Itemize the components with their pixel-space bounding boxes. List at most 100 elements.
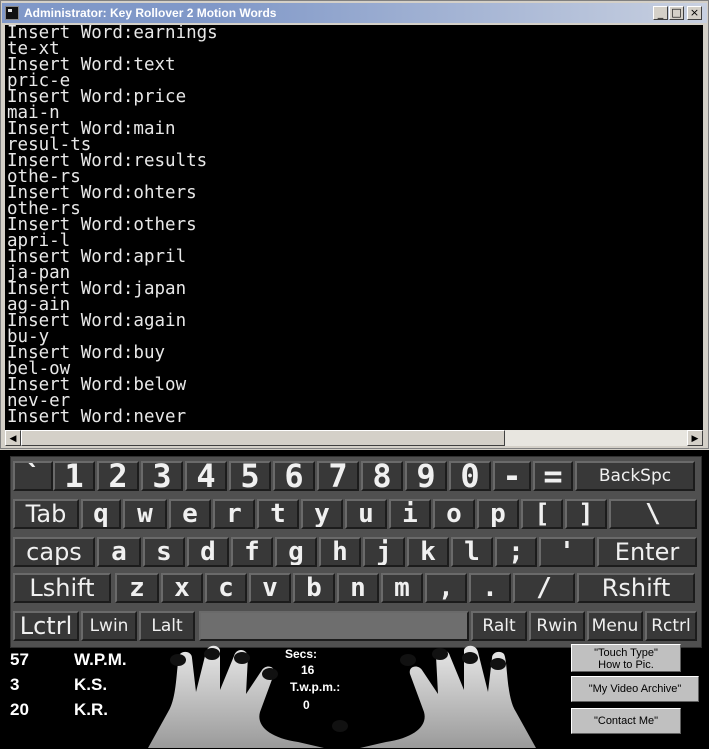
keyboard-key[interactable]: Lwin <box>81 611 137 641</box>
secs-value: 16 <box>301 663 315 677</box>
keyboard-key[interactable]: , <box>425 573 467 603</box>
wpm-value: 57 <box>10 650 29 669</box>
console-line: Insert Word:japan <box>7 279 187 299</box>
contact-me-button[interactable]: "Contact Me" <box>571 708 681 734</box>
keyboard-key[interactable]: u <box>345 499 387 529</box>
keyboard-key[interactable]: Menu <box>587 611 643 641</box>
horizontal-scrollbar[interactable]: ◀ ▶ <box>5 430 703 446</box>
keyboard-key[interactable]: ' <box>539 537 595 567</box>
keyboard-key[interactable]: caps <box>13 537 95 567</box>
keyboard-key[interactable]: l <box>451 537 493 567</box>
console-line: Insert Word:april <box>7 247 187 267</box>
kr-value: 20 <box>10 700 29 719</box>
keyboard-key[interactable]: i <box>389 499 431 529</box>
console-line: Insert Word:text <box>7 55 176 75</box>
keyboard-key[interactable]: 0 <box>449 461 491 491</box>
keyboard-key[interactable]: [ <box>521 499 563 529</box>
wpm-label: W.P.M. <box>74 650 127 669</box>
keyboard-key[interactable]: 2 <box>97 461 139 491</box>
keyboard-key[interactable]: b <box>293 573 335 603</box>
keyboard-key[interactable]: f <box>231 537 273 567</box>
virtual-keyboard: ` 1 2 3 4 5 6 7 8 9 0- = BackSpc Tab q w e r t y u i o p[] \ caps… <box>10 456 702 648</box>
keyboard-key[interactable]: p <box>477 499 519 529</box>
keyboard-key[interactable]: - <box>493 461 531 491</box>
ks-label: K.S. <box>74 675 108 694</box>
keyboard-key[interactable]: q <box>81 499 121 529</box>
keyboard-key[interactable]: Rshift <box>577 573 695 603</box>
keyboard-key[interactable]: / <box>513 573 575 603</box>
touch-type-button[interactable]: "Touch Type" How to Pic. <box>571 644 681 672</box>
scroll-right-arrow-icon[interactable]: ▶ <box>687 430 703 446</box>
keyboard-key[interactable]: z <box>115 573 159 603</box>
keyboard-key[interactable]: o <box>433 499 475 529</box>
console-line: Insert Word:price <box>7 87 187 107</box>
keyboard-key[interactable]: c <box>205 573 247 603</box>
title-bar[interactable]: Administrator: Key Rollover 2 Motion Wor… <box>2 3 707 23</box>
keyboard-key[interactable]: BackSpc <box>575 461 695 491</box>
keyboard-key[interactable]: 1 <box>53 461 95 491</box>
keyboard-key[interactable]: n <box>337 573 379 603</box>
console-output[interactable]: Insert Word:earnings te-xt Insert Word:tex… <box>5 25 703 430</box>
keyboard-key[interactable]: k <box>407 537 449 567</box>
console-app-icon <box>5 6 19 20</box>
keyboard-key[interactable]: Lctrl <box>13 611 79 641</box>
keyboard-key[interactable]: a <box>97 537 141 567</box>
keyboard-key[interactable]: t <box>257 499 299 529</box>
kr-label: K.R. <box>74 700 108 719</box>
console-line: Insert Word:earnings <box>7 25 218 43</box>
scroll-thumb[interactable] <box>21 430 505 446</box>
secs-label: Secs: <box>285 647 318 661</box>
keyboard-key[interactable]: 5 <box>229 461 271 491</box>
console-line: Insert Word:main <box>7 119 176 139</box>
key-space[interactable] <box>199 611 469 641</box>
keyboard-key[interactable]: ` <box>13 461 53 491</box>
keyboard-key[interactable]: 9 <box>405 461 447 491</box>
console-line: Insert Word:again <box>7 311 187 331</box>
keyboard-key[interactable]: Ralt <box>471 611 527 641</box>
keyboard-key[interactable]: d <box>187 537 229 567</box>
video-archive-button[interactable]: "My Video Archive" <box>571 676 699 702</box>
touch-type-line2: How to Pic. <box>598 659 654 671</box>
console-line: Insert Word:below <box>7 375 187 395</box>
keyboard-key[interactable]: 8 <box>361 461 403 491</box>
keyboard-key[interactable]: 7 <box>317 461 359 491</box>
keyboard-trainer-app: ` 1 2 3 4 5 6 7 8 9 0- = BackSpc Tab q w e r t y u i o p[] \ caps… <box>0 450 709 749</box>
touch-type-line1: "Touch Type" <box>594 647 658 659</box>
keyboard-key[interactable]: m <box>381 573 423 603</box>
keyboard-key[interactable]: Rwin <box>529 611 585 641</box>
keyboard-key[interactable]: 3 <box>141 461 183 491</box>
keyboard-key[interactable]: . <box>469 573 511 603</box>
keyboard-key[interactable]: Lshift <box>13 573 111 603</box>
twpm-label: T.w.p.m.: <box>290 680 341 694</box>
keyboard-key[interactable]: w <box>123 499 167 529</box>
keyboard-key[interactable]: ] <box>565 499 607 529</box>
keyboard-key[interactable]: = <box>533 461 573 491</box>
close-button[interactable]: × <box>687 6 702 20</box>
keyboard-key[interactable]: Rctrl <box>645 611 697 641</box>
keyboard-key[interactable]: v <box>249 573 291 603</box>
keyboard-key[interactable]: h <box>319 537 361 567</box>
maximize-button[interactable]: □ <box>669 6 684 20</box>
keyboard-key[interactable]: j <box>363 537 405 567</box>
scroll-left-arrow-icon[interactable]: ◀ <box>5 430 21 446</box>
keyboard-key[interactable]: x <box>161 573 203 603</box>
keyboard-key[interactable]: Tab <box>13 499 79 529</box>
keyboard-key[interactable]: g <box>275 537 317 567</box>
minimize-button[interactable]: _ <box>653 6 668 20</box>
keyboard-key[interactable]: s <box>143 537 185 567</box>
keyboard-key[interactable]: y <box>301 499 343 529</box>
console-line: Insert Word:results <box>7 151 208 171</box>
window-title: Administrator: Key Rollover 2 Motion Wor… <box>24 6 277 20</box>
keyboard-key[interactable]: 6 <box>273 461 315 491</box>
keyboard-key[interactable]: e <box>169 499 211 529</box>
keyboard-key[interactable]: Lalt <box>139 611 195 641</box>
keyboard-key[interactable]: Enter <box>597 537 697 567</box>
console-line: Insert Word:ohters <box>7 183 197 203</box>
keyboard-key[interactable]: 4 <box>185 461 227 491</box>
keyboard-key[interactable]: \ <box>609 499 697 529</box>
console-line: Insert Word:never <box>7 407 187 427</box>
console-line: Insert Word:others <box>7 215 197 235</box>
ks-value: 3 <box>10 675 20 694</box>
keyboard-key[interactable]: ; <box>495 537 537 567</box>
keyboard-key[interactable]: r <box>213 499 255 529</box>
